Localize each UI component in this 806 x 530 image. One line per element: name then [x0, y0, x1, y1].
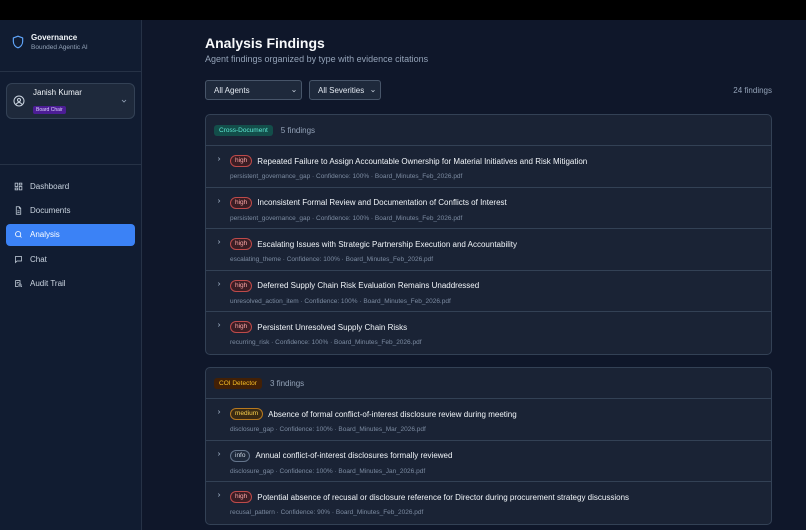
finding-group-coi-detector: COI Detector 3 findings medium Absence of…: [205, 367, 772, 525]
main-content: Analysis Findings Agent findings organiz…: [143, 20, 806, 530]
finding-title: Repeated Failure to Assign Accountable O…: [257, 156, 588, 166]
page-title: Analysis Findings: [205, 35, 325, 51]
sidebar-item-label: Analysis: [30, 230, 60, 240]
search-icon: [15, 231, 22, 239]
finding-meta: persistent_governance_gap · Confidence: …: [230, 214, 463, 222]
sidebar-item-label: Documents: [30, 205, 71, 215]
severity-filter-value: All Severities: [318, 85, 365, 95]
filters: All Agents All Severities: [205, 80, 388, 100]
brand-title: Governance: [31, 33, 78, 42]
sidebar: Governance Bounded Agentic AI Janish Kum…: [0, 20, 142, 530]
finding-title: Annual conflict-of-interest disclosures …: [255, 451, 453, 460]
user-switcher[interactable]: Janish Kumar Board Chair: [6, 83, 135, 119]
sidebar-item-chat[interactable]: Chat: [6, 248, 135, 270]
chevron-right-icon: [217, 281, 221, 286]
user-name: Janish Kumar: [33, 87, 82, 97]
finding-meta: escalating_theme · Confidence: 100% · Bo…: [230, 256, 434, 263]
finding-title: Absence of formal conflict-of-interest d…: [268, 409, 517, 419]
chevron-right-icon: [217, 198, 221, 203]
finding-row[interactable]: high Inconsistent Formal Review and Docum…: [206, 188, 771, 229]
severity-badge: medium: [230, 408, 264, 420]
finding-row[interactable]: info Annual conflict-of-interest disclosu…: [206, 441, 771, 482]
chat-icon: [15, 255, 22, 264]
chevron-right-icon: [217, 240, 221, 244]
chevron-down-icon: [371, 89, 375, 93]
finding-meta: disclosure_gap · Confidence: 100% · Boar…: [230, 426, 426, 433]
brand: Governance Bounded Agentic AI: [0, 20, 141, 72]
finding-meta: persistent_governance_gap · Confidence: …: [230, 173, 463, 180]
sidebar-item-label: Dashboard: [30, 181, 70, 191]
severity-badge: high: [230, 196, 253, 209]
chevron-right-icon: [217, 410, 221, 414]
agent-badge: Cross-Document: [214, 124, 273, 136]
finding-meta: recusal_pattern · Confidence: 90% · Boar…: [230, 509, 424, 516]
findings-count: 24 findings: [733, 86, 772, 95]
sidebar-item-label: Chat: [30, 254, 47, 264]
severity-badge: info: [230, 449, 251, 462]
finding-row[interactable]: high Deferred Supply Chain Risk Evaluatio…: [206, 271, 771, 312]
window-top-bar: [0, 0, 806, 20]
chevron-right-icon: [217, 157, 221, 161]
finding-meta: disclosure_gap · Confidence: 100% · Boar…: [230, 467, 426, 475]
finding-title: Inconsistent Formal Review and Documenta…: [257, 198, 507, 207]
document-icon: [15, 206, 22, 215]
chevron-down-icon: [121, 99, 127, 103]
sidebar-nav: Dashboard Documents Analysis Chat Audit …: [0, 165, 141, 307]
chevron-down-icon: [292, 89, 296, 93]
chevron-right-icon: [217, 451, 221, 456]
group-header: Cross-Document 5 findings: [206, 115, 771, 146]
finding-row[interactable]: medium Absence of formal conflict-of-inte…: [206, 399, 771, 441]
finding-title: Deferred Supply Chain Risk Evaluation Re…: [257, 281, 480, 290]
severity-badge: high: [230, 491, 253, 503]
sidebar-item-documents[interactable]: Documents: [6, 199, 135, 221]
role-badge: Board Chair: [33, 105, 66, 114]
finding-row[interactable]: high Persistent Unresolved Supply Chain R…: [206, 312, 771, 354]
finding-title: Persistent Unresolved Supply Chain Risks: [257, 322, 408, 332]
severity-badge: high: [230, 238, 253, 250]
severity-badge: high: [230, 155, 253, 167]
group-count: 5 findings: [280, 125, 316, 135]
severity-filter-select[interactable]: All Severities: [309, 80, 381, 100]
severity-badge: high: [230, 279, 253, 292]
finding-title: Potential absence of recusal or disclosu…: [257, 492, 630, 502]
sidebar-item-label: Audit Trail: [30, 279, 66, 289]
page-subtitle: Agent findings organized by type with ev…: [205, 54, 429, 64]
finding-row[interactable]: high Escalating Issues with Strategic Par…: [206, 229, 771, 271]
severity-badge: high: [230, 321, 253, 333]
finding-title: Escalating Issues with Strategic Partner…: [257, 239, 517, 249]
dashboard-icon: [14, 182, 23, 190]
finding-meta: unresolved_action_item · Confidence: 100…: [230, 297, 451, 305]
brand-subtitle: Bounded Agentic AI: [31, 44, 88, 51]
user-circle-icon: [13, 95, 25, 107]
finding-row[interactable]: high Repeated Failure to Assign Accountab…: [206, 146, 771, 188]
sidebar-item-audit-trail[interactable]: Audit Trail: [6, 273, 135, 295]
agent-filter-select[interactable]: All Agents: [205, 80, 302, 100]
finding-meta: recurring_risk · Confidence: 100% · Boar…: [230, 339, 422, 346]
audit-icon: [15, 280, 23, 288]
group-header: COI Detector 3 findings: [206, 368, 771, 399]
chevron-right-icon: [217, 493, 221, 497]
agent-filter-value: All Agents: [214, 85, 250, 95]
shield-icon: [12, 35, 24, 49]
finding-row[interactable]: high Potential absence of recusal or disc…: [206, 482, 771, 524]
group-count: 3 findings: [269, 378, 305, 388]
agent-badge: COI Detector: [214, 377, 262, 389]
chevron-right-icon: [217, 323, 221, 327]
finding-group-cross-document: Cross-Document 5 findings high Repeated F…: [205, 114, 772, 355]
sidebar-item-dashboard[interactable]: Dashboard: [6, 175, 135, 197]
sidebar-item-analysis[interactable]: Analysis: [6, 223, 135, 246]
